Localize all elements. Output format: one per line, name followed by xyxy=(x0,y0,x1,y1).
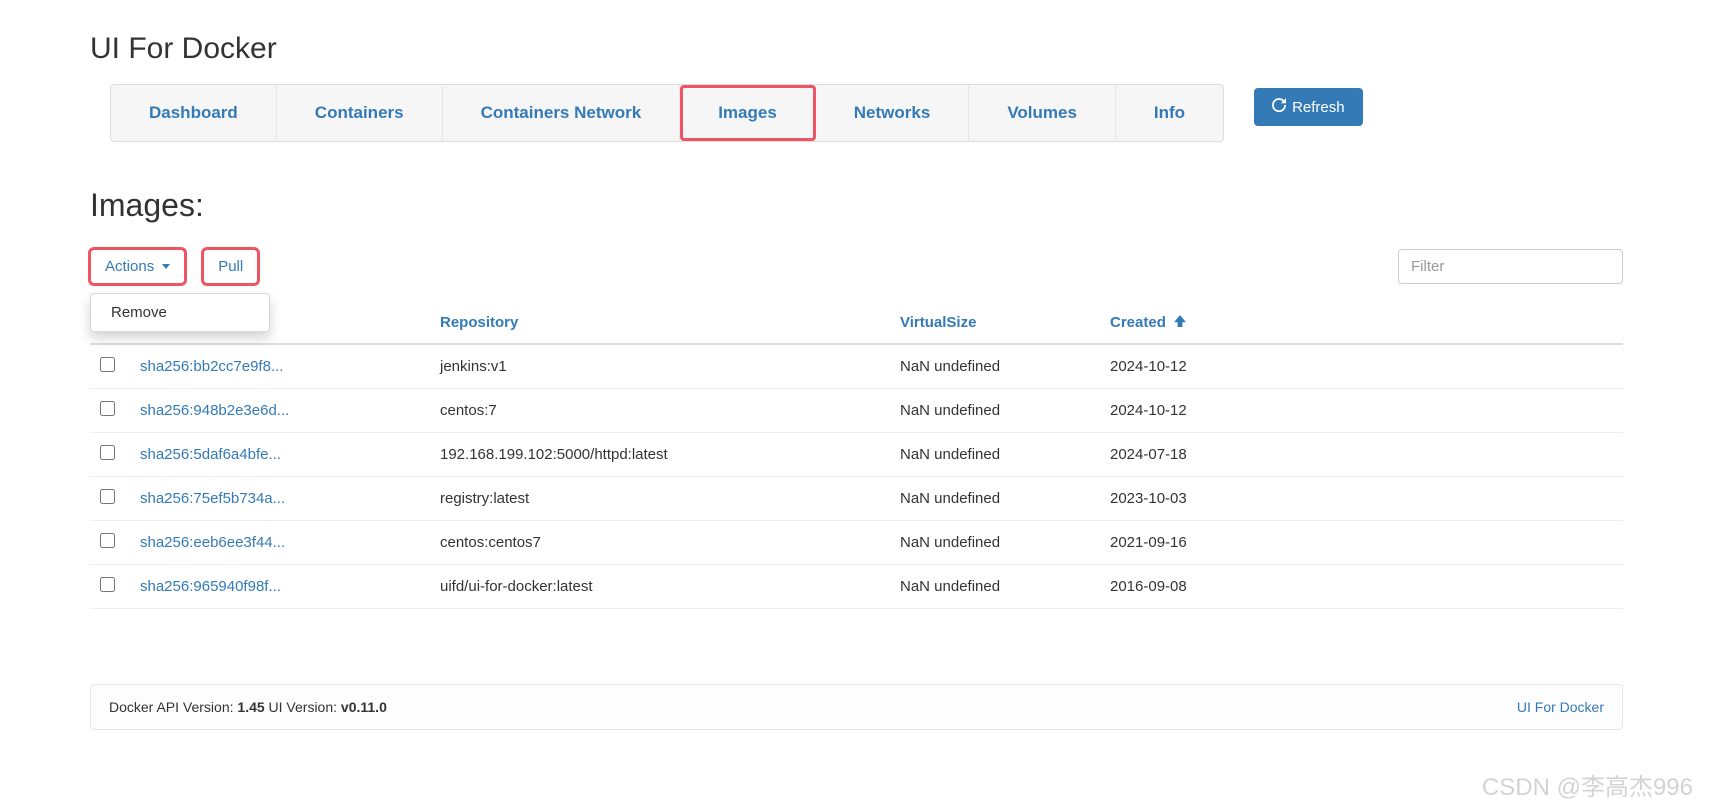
app-title: UI For Docker xyxy=(90,32,1623,66)
sort-asc-icon xyxy=(1174,314,1186,331)
refresh-button[interactable]: Refresh xyxy=(1254,88,1363,126)
row-checkbox[interactable] xyxy=(100,489,115,504)
image-id-link[interactable]: sha256:5daf6a4bfe... xyxy=(140,446,281,463)
cell-created: 2024-10-12 xyxy=(1100,344,1623,389)
cell-created: 2024-07-18 xyxy=(1100,433,1623,477)
tab-images[interactable]: Images xyxy=(680,85,816,141)
watermark: CSDN @李高杰996 xyxy=(1482,767,1693,802)
cell-id: sha256:bb2cc7e9f8... xyxy=(130,344,430,389)
cell-id: sha256:965940f98f... xyxy=(130,565,430,609)
image-id-link[interactable]: sha256:75ef5b734a... xyxy=(140,490,285,507)
cell-created: 2023-10-03 xyxy=(1100,477,1623,521)
row-checkbox-cell xyxy=(90,433,130,477)
cell-created: 2016-09-08 xyxy=(1100,565,1623,609)
table-row: sha256:5daf6a4bfe... 192.168.199.102:5000… xyxy=(90,433,1623,477)
chevron-down-icon xyxy=(162,264,170,269)
cell-repository: uifd/ui-for-docker:latest xyxy=(430,565,890,609)
cell-virtualsize: NaN undefined xyxy=(890,344,1100,389)
filter-input[interactable] xyxy=(1398,249,1623,284)
cell-virtualsize: NaN undefined xyxy=(890,565,1100,609)
cell-virtualsize: NaN undefined xyxy=(890,521,1100,565)
image-id-link[interactable]: sha256:948b2e3e6d... xyxy=(140,402,289,419)
api-version: 1.45 xyxy=(237,699,264,715)
actions-dropdown-button[interactable]: Actions xyxy=(90,249,185,284)
toolbar: Actions Remove Pull xyxy=(90,249,1623,284)
tab-networks[interactable]: Networks xyxy=(816,85,970,141)
header-repository[interactable]: Repository xyxy=(430,302,890,344)
table-row: sha256:eeb6ee3f44... centos:centos7NaN un… xyxy=(90,521,1623,565)
table-row: sha256:965940f98f... uifd/ui-for-docker:l… xyxy=(90,565,1623,609)
images-table: Id Repository VirtualSize Created sha256… xyxy=(90,302,1623,609)
row-checkbox-cell xyxy=(90,521,130,565)
cell-virtualsize: NaN undefined xyxy=(890,433,1100,477)
row-checkbox[interactable] xyxy=(100,401,115,416)
cell-repository: 192.168.199.102:5000/httpd:latest xyxy=(430,433,890,477)
row-checkbox-cell xyxy=(90,389,130,433)
image-id-link[interactable]: sha256:965940f98f... xyxy=(140,578,281,595)
api-label: Docker API Version: xyxy=(109,699,237,715)
tab-containers-network[interactable]: Containers Network xyxy=(443,85,681,141)
row-checkbox-cell xyxy=(90,565,130,609)
cell-id: sha256:5daf6a4bfe... xyxy=(130,433,430,477)
tab-info[interactable]: Info xyxy=(1116,85,1223,141)
header-virtualsize[interactable]: VirtualSize xyxy=(890,302,1100,344)
pull-label: Pull xyxy=(218,258,243,275)
ui-version: v0.11.0 xyxy=(341,699,387,715)
header-created[interactable]: Created xyxy=(1100,302,1623,344)
footer-version-text: Docker API Version: 1.45 UI Version: v0.… xyxy=(109,699,387,715)
row-checkbox[interactable] xyxy=(100,533,115,548)
row-checkbox[interactable] xyxy=(100,577,115,592)
row-checkbox-cell xyxy=(90,477,130,521)
row-checkbox[interactable] xyxy=(100,357,115,372)
refresh-icon xyxy=(1272,98,1286,116)
row-checkbox-cell xyxy=(90,344,130,389)
table-row: sha256:75ef5b734a... registry:latestNaN u… xyxy=(90,477,1623,521)
cell-virtualsize: NaN undefined xyxy=(890,389,1100,433)
header-created-label: Created xyxy=(1110,314,1166,331)
nav-tabs: DashboardContainersContainers NetworkIma… xyxy=(110,84,1224,142)
tab-containers[interactable]: Containers xyxy=(277,85,443,141)
cell-id: sha256:948b2e3e6d... xyxy=(130,389,430,433)
cell-created: 2021-09-16 xyxy=(1100,521,1623,565)
image-id-link[interactable]: sha256:bb2cc7e9f8... xyxy=(140,358,283,375)
cell-virtualsize: NaN undefined xyxy=(890,477,1100,521)
footer: Docker API Version: 1.45 UI Version: v0.… xyxy=(90,684,1623,730)
cell-repository: registry:latest xyxy=(430,477,890,521)
refresh-label: Refresh xyxy=(1292,99,1345,116)
cell-repository: centos:centos7 xyxy=(430,521,890,565)
page-heading: Images: xyxy=(90,187,1623,224)
tab-volumes[interactable]: Volumes xyxy=(969,85,1116,141)
tab-dashboard[interactable]: Dashboard xyxy=(111,85,277,141)
row-checkbox[interactable] xyxy=(100,445,115,460)
cell-id: sha256:eeb6ee3f44... xyxy=(130,521,430,565)
cell-created: 2024-10-12 xyxy=(1100,389,1623,433)
actions-dropdown-menu: Remove xyxy=(90,293,270,332)
cell-repository: centos:7 xyxy=(430,389,890,433)
cell-id: sha256:75ef5b734a... xyxy=(130,477,430,521)
table-row: sha256:bb2cc7e9f8... jenkins:v1NaN undefi… xyxy=(90,344,1623,389)
pull-button[interactable]: Pull xyxy=(203,249,258,284)
table-row: sha256:948b2e3e6d... centos:7NaN undefine… xyxy=(90,389,1623,433)
dropdown-item-remove[interactable]: Remove xyxy=(91,294,269,331)
cell-repository: jenkins:v1 xyxy=(430,344,890,389)
ui-label: UI Version: xyxy=(265,699,341,715)
footer-link[interactable]: UI For Docker xyxy=(1517,699,1604,715)
actions-label: Actions xyxy=(105,258,154,275)
image-id-link[interactable]: sha256:eeb6ee3f44... xyxy=(140,534,285,551)
